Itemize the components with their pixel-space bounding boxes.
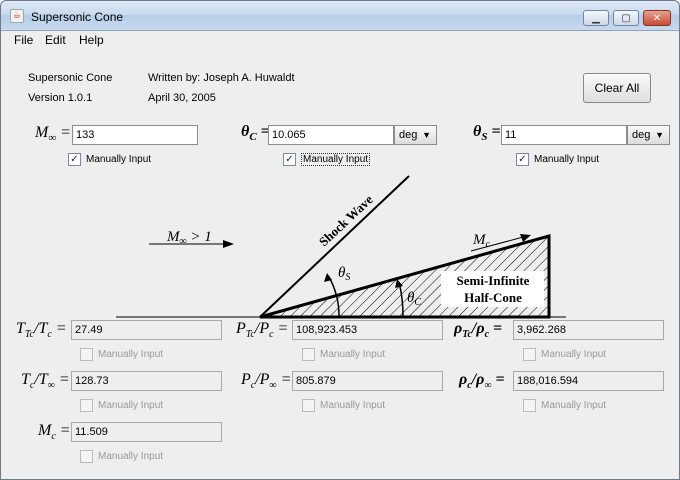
main-panel: Supersonic Cone Version 1.0.1 Written by… <box>1 51 679 479</box>
mc-label: Mc = <box>38 422 71 443</box>
checkbox-unchecked-icon[interactable] <box>80 348 93 361</box>
tc-tinf-manual-checkbox[interactable]: Manually Input <box>80 399 163 412</box>
window-title: Supersonic Cone <box>31 10 124 24</box>
rc-rinf-manual-checkbox[interactable]: Manually Input <box>523 399 606 412</box>
theta-s-diagram-label: θS <box>338 265 350 283</box>
checkbox-label: Manually Input <box>320 400 386 411</box>
cone-label-line1: Semi-Infinite <box>457 273 530 288</box>
pc-pinf-manual-checkbox[interactable]: Manually Input <box>302 399 385 412</box>
mc-diagram-label: Mc <box>472 232 491 250</box>
checkbox-unchecked-icon[interactable] <box>523 348 536 361</box>
minimize-icon[interactable]: ▁ <box>583 10 609 26</box>
ttc-tc-output: 27.49 <box>71 320 222 340</box>
rc-rinf-output: 188,016.594 <box>513 371 664 391</box>
checkbox-unchecked-icon[interactable] <box>80 399 93 412</box>
pc-pinf-label: Pc/P∞ = <box>241 371 292 392</box>
menu-file[interactable]: File <box>14 33 33 47</box>
menu-help[interactable]: Help <box>79 33 104 47</box>
checkbox-unchecked-icon[interactable] <box>302 348 315 361</box>
checkbox-unchecked-icon[interactable] <box>80 450 93 463</box>
arrow-head-icon <box>223 240 234 248</box>
java-app-icon: ☕ <box>10 9 24 23</box>
title-bar: ☕ Supersonic Cone ▁ ▢ ✕ <box>1 1 679 31</box>
cone-label-line2: Half-Cone <box>464 290 522 305</box>
rtc-rc-label: ρTc/ρc = <box>454 320 503 341</box>
checkbox-label: Manually Input <box>98 451 164 462</box>
maximize-icon[interactable]: ▢ <box>613 10 639 26</box>
menu-bar: File Edit Help <box>1 31 679 51</box>
pc-pinf-output: 805.879 <box>292 371 443 391</box>
ttc-tc-label: TTc/Tc = <box>16 320 67 341</box>
rtc-rc-manual-checkbox[interactable]: Manually Input <box>523 348 606 361</box>
close-icon[interactable]: ✕ <box>643 10 671 26</box>
checkbox-label: Manually Input <box>98 400 164 411</box>
ptc-pc-label: PTc/Pc = <box>236 320 289 341</box>
rtc-rc-output: 3,962.268 <box>513 320 664 340</box>
ttc-tc-manual-checkbox[interactable]: Manually Input <box>80 348 163 361</box>
checkbox-unchecked-icon[interactable] <box>302 399 315 412</box>
mc-output: 11.509 <box>71 422 222 442</box>
checkbox-label: Manually Input <box>541 400 607 411</box>
mc-manual-checkbox[interactable]: Manually Input <box>80 450 163 463</box>
ptc-pc-output: 108,923.453 <box>292 320 443 340</box>
checkbox-label: Manually Input <box>320 349 386 360</box>
tc-tinf-label: Tc/T∞ = <box>21 371 70 392</box>
cone-flow-diagram: Shock Wave M∞ > 1 Mc θS θC Semi-Infinite… <box>116 175 566 319</box>
checkbox-label: Manually Input <box>541 349 607 360</box>
tc-tinf-output: 128.73 <box>71 371 222 391</box>
ptc-pc-manual-checkbox[interactable]: Manually Input <box>302 348 385 361</box>
menu-edit[interactable]: Edit <box>45 33 66 47</box>
checkbox-unchecked-icon[interactable] <box>523 399 536 412</box>
shock-wave-label: Shock Wave <box>316 192 376 250</box>
app-window: ☕ Supersonic Cone ▁ ▢ ✕ File Edit Help S… <box>0 0 680 480</box>
rc-rinf-label: ρc/ρ∞ = <box>459 371 505 392</box>
mach-inf-diagram-label: M∞ > 1 <box>166 229 212 247</box>
checkbox-label: Manually Input <box>98 349 164 360</box>
